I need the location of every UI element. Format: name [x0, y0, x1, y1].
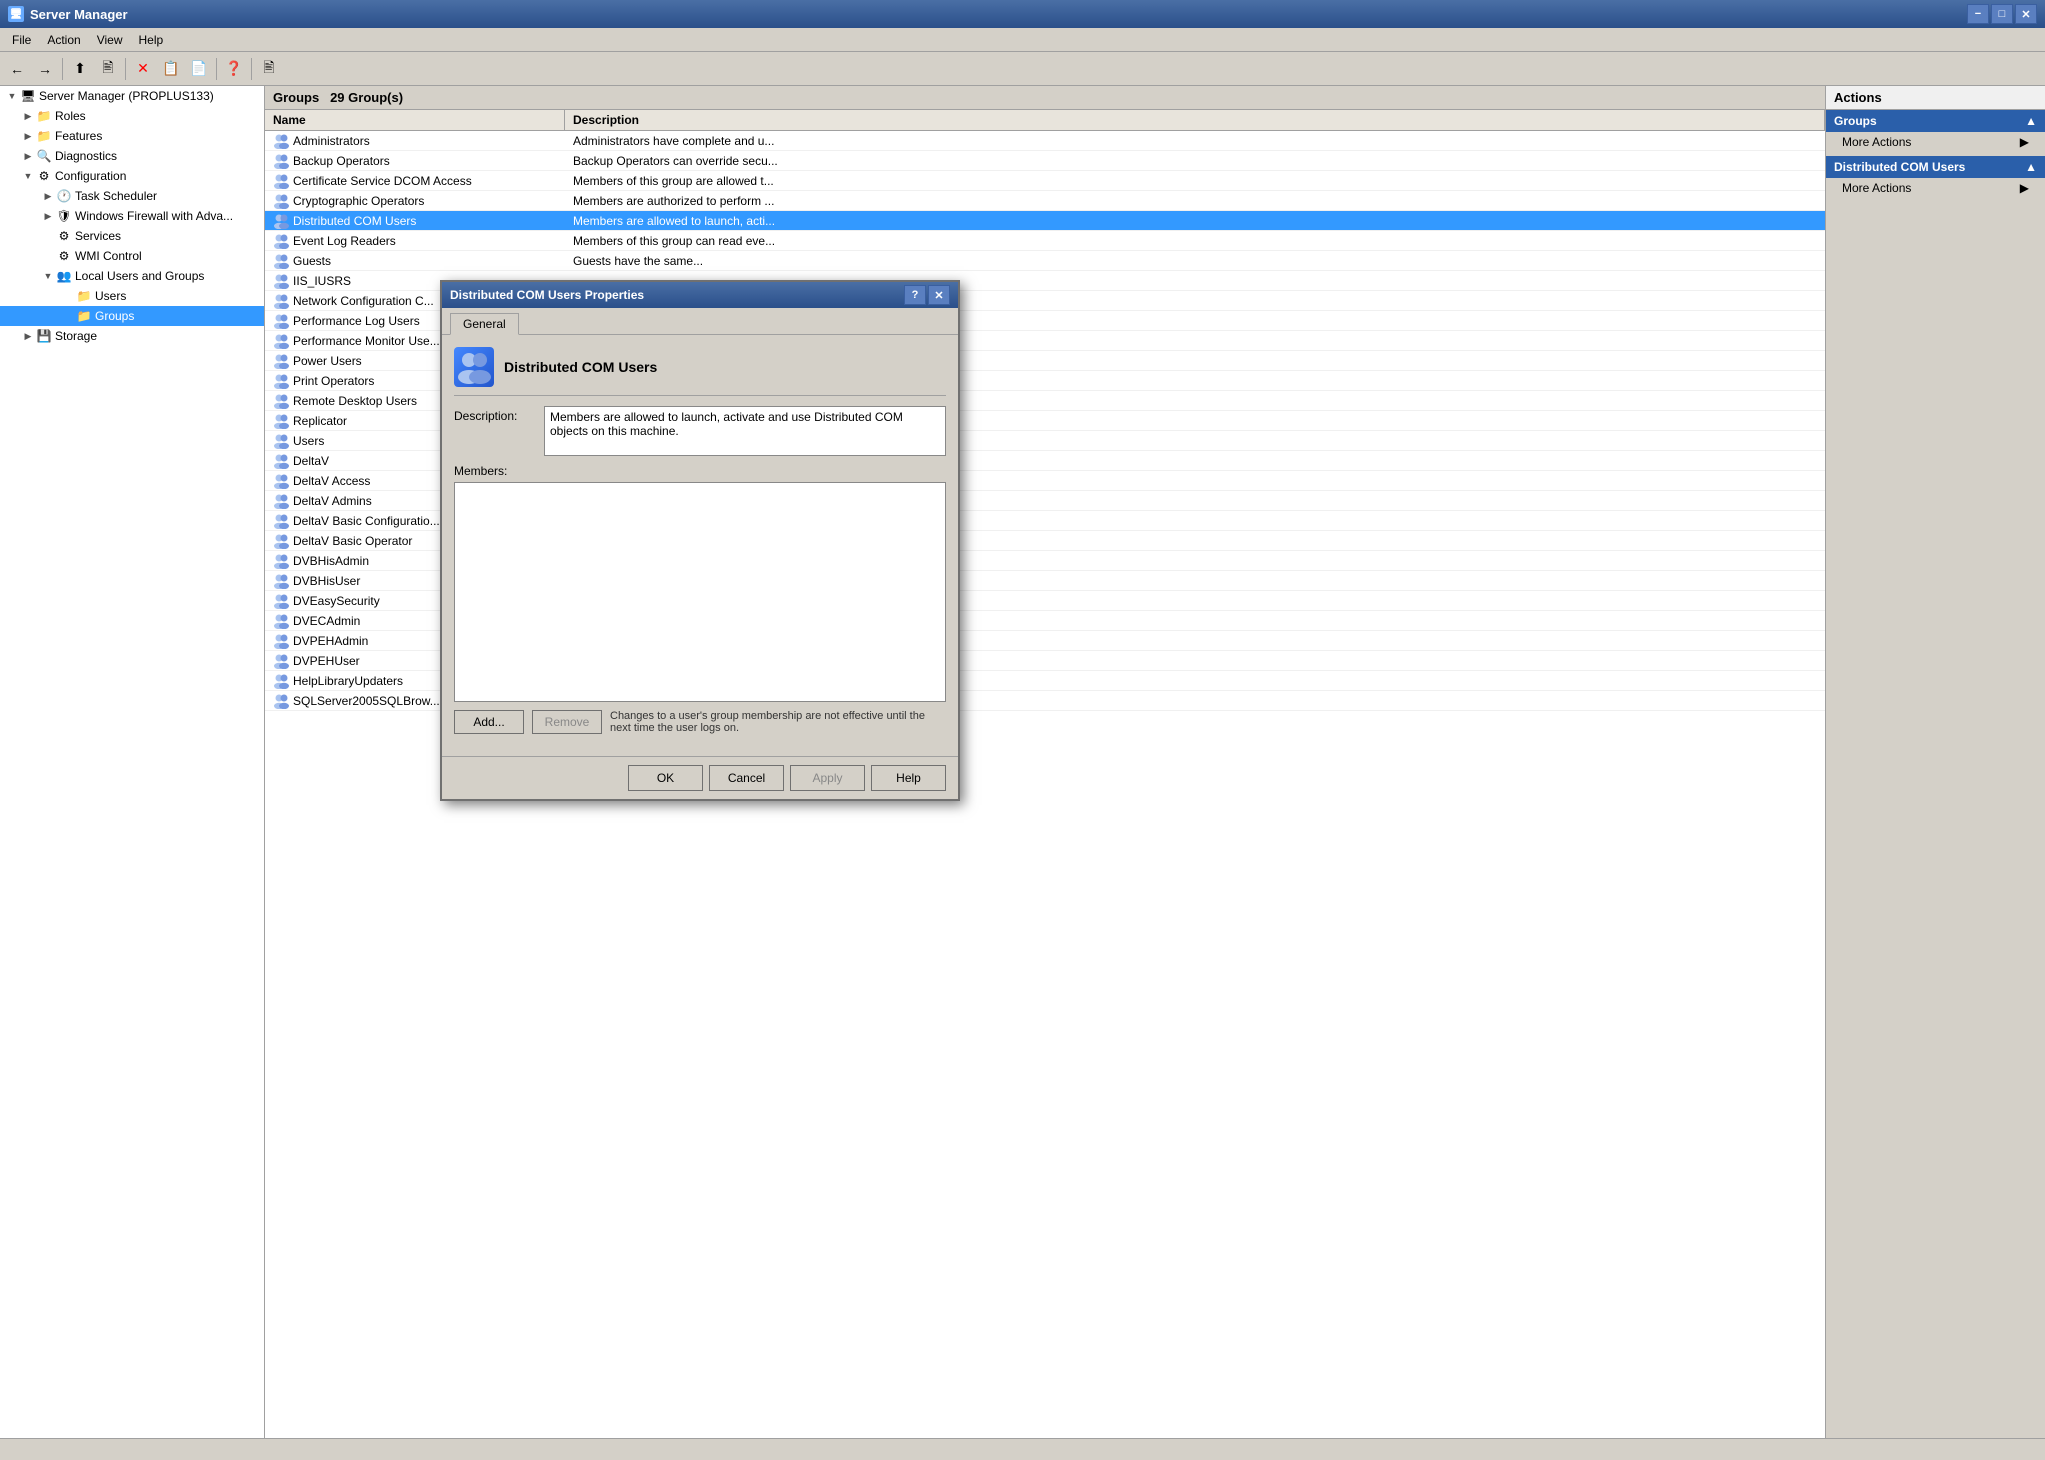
- dialog-tab-bar: General: [442, 308, 958, 335]
- dialog-members-label: Members:: [454, 464, 946, 478]
- dialog-title-bar: Distributed COM Users Properties ? ✕: [442, 282, 958, 308]
- ok-button[interactable]: OK: [628, 765, 703, 791]
- cancel-button[interactable]: Cancel: [709, 765, 784, 791]
- dialog-body: Distributed COM Users Description: Membe…: [442, 335, 958, 756]
- dialog-help-title-button[interactable]: ?: [904, 285, 926, 305]
- apply-button[interactable]: Apply: [790, 765, 865, 791]
- dialog-action-buttons: OK Cancel Apply Help: [442, 756, 958, 799]
- dialog-description-label: Description:: [454, 406, 544, 423]
- dialog-footer-note: Add... Remove Changes to a user's group …: [454, 710, 946, 734]
- dialog-members-note: Changes to a user's group membership are…: [610, 710, 946, 734]
- remove-button[interactable]: Remove: [532, 710, 602, 734]
- status-bar: [0, 1438, 2045, 1460]
- dialog-group-icon: [454, 347, 494, 387]
- dialog-group-name: Distributed COM Users: [504, 359, 657, 375]
- dialog-description-row: Description:: [454, 406, 946, 456]
- dialog-members-box[interactable]: [454, 482, 946, 702]
- help-button-dialog[interactable]: Help: [871, 765, 946, 791]
- dialog-description-field[interactable]: [544, 406, 946, 456]
- distributed-com-dialog: Distributed COM Users Properties ? ✕ Gen…: [440, 280, 960, 801]
- dialog-title: Distributed COM Users Properties: [450, 288, 644, 302]
- dialog-overlay: Distributed COM Users Properties ? ✕ Gen…: [0, 0, 2045, 1438]
- add-button[interactable]: Add...: [454, 710, 524, 734]
- dialog-group-header: Distributed COM Users: [454, 347, 946, 396]
- dialog-close-title-button[interactable]: ✕: [928, 285, 950, 305]
- tab-general[interactable]: General: [450, 313, 519, 335]
- dialog-title-controls: ? ✕: [904, 285, 950, 305]
